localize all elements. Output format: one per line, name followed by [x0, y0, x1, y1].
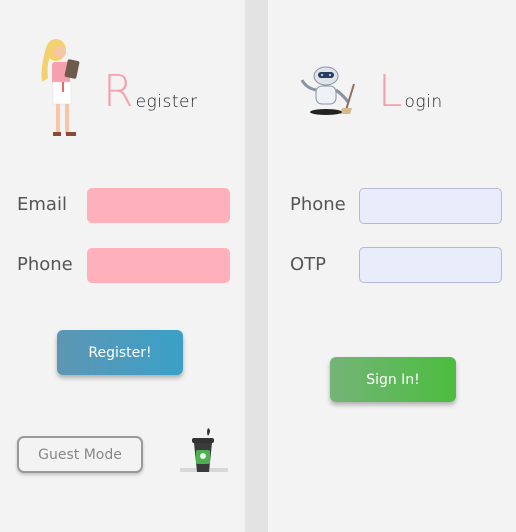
email-field[interactable]: [87, 188, 230, 223]
guest-mode-button[interactable]: Guest Mode: [17, 436, 143, 473]
otp-field[interactable]: [359, 247, 502, 283]
coffee-cup-illustration: [180, 428, 228, 472]
register-heading-initial: R: [103, 66, 134, 117]
login-phone-field[interactable]: [359, 188, 502, 224]
sign-in-button[interactable]: Sign In!: [330, 357, 456, 402]
register-phone-field[interactable]: [87, 248, 230, 283]
woman-with-notepad-illustration: [41, 39, 80, 136]
otp-label: OTP: [290, 254, 327, 275]
register-phone-label: Phone: [17, 254, 73, 275]
login-phone-label: Phone: [290, 194, 346, 215]
robot-sweeping-illustration: [300, 66, 355, 115]
login-heading: L ogin: [378, 66, 443, 117]
login-heading-initial: L: [378, 66, 403, 117]
register-heading-rest: egister: [135, 92, 198, 112]
login-heading-rest: ogin: [404, 92, 443, 112]
email-label: Email: [17, 194, 67, 215]
register-panel: R egister Email Phone Register! Guest Mo…: [0, 0, 245, 532]
login-panel: L ogin Phone OTP: [268, 0, 516, 532]
register-heading: R egister: [103, 66, 198, 117]
register-button[interactable]: Register!: [57, 330, 183, 375]
auth-page: R egister Email Phone Register! Guest Mo…: [0, 0, 516, 532]
